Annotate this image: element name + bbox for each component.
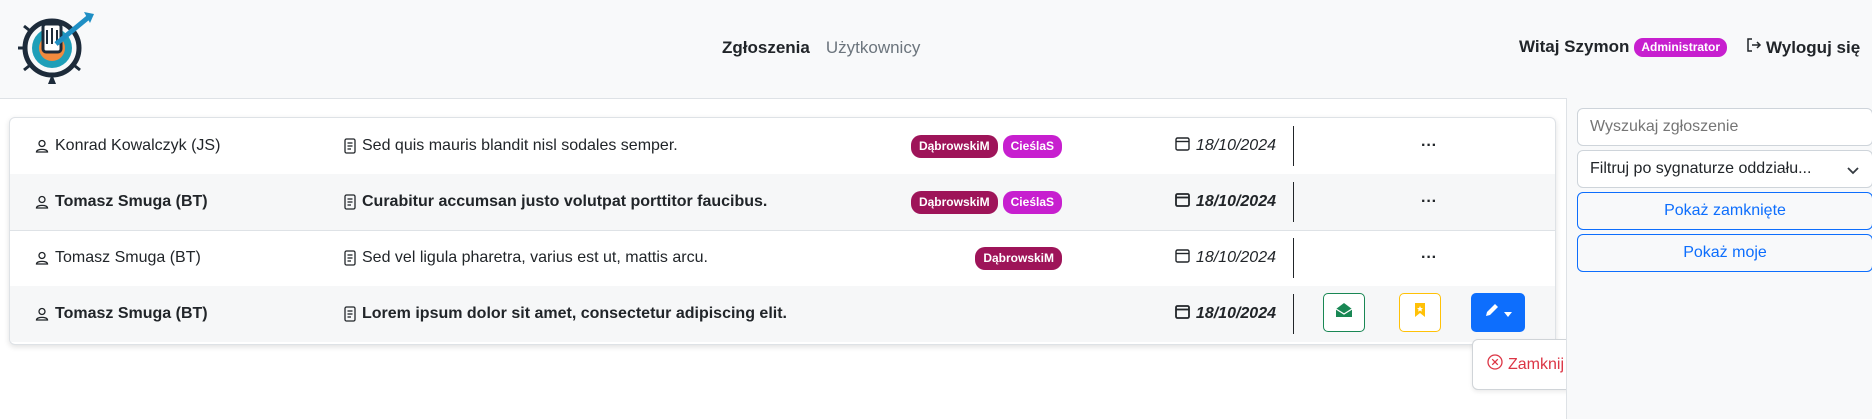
- ticket-date-text: 18/10/2024: [1195, 305, 1276, 322]
- column-divider: [1293, 238, 1294, 278]
- search-input[interactable]: [1577, 108, 1872, 146]
- ticket-tags: DąbrowskiM: [975, 230, 1062, 286]
- ticket-author-name: Tomasz Smuga (BT): [55, 249, 201, 266]
- ticket-author: Tomasz Smuga (BT): [35, 286, 208, 342]
- calendar-icon: [1175, 136, 1190, 156]
- filter-sidebar: Filtruj po sygnaturze oddziału... Pokaż …: [1566, 98, 1872, 419]
- tag-badge: DąbrowskiM: [910, 190, 998, 214]
- person-icon: [35, 251, 49, 265]
- document-icon: [344, 250, 356, 266]
- more-options-button[interactable]: ···: [1421, 118, 1437, 174]
- ticket-date-text: 18/10/2024: [1195, 137, 1276, 154]
- show-closed-button[interactable]: Pokaż zamknięte: [1577, 192, 1872, 230]
- column-divider: [1293, 294, 1294, 334]
- edit-dropdown-button[interactable]: [1471, 293, 1525, 332]
- close-ticket-menu-item[interactable]: Zamknij: [1487, 354, 1564, 375]
- calendar-icon: [1175, 248, 1190, 268]
- chevron-down-icon: [1846, 163, 1860, 182]
- ticket-row[interactable]: Tomasz Smuga (BT) Sed vel ligula pharetr…: [10, 230, 1555, 287]
- column-divider: [1293, 126, 1294, 166]
- bookmark-button[interactable]: [1399, 293, 1441, 332]
- ticket-title[interactable]: Lorem ipsum dolor sit amet, consectetur …: [344, 286, 787, 342]
- ticket-author: Konrad Kowalczyk (JS): [35, 118, 220, 174]
- ticket-date-text: 18/10/2024: [1195, 193, 1276, 210]
- user-greeting: Witaj Szymon Administrator: [1519, 37, 1728, 57]
- envelope-open-icon: [1335, 302, 1353, 323]
- calendar-icon: [1175, 304, 1190, 324]
- tag-badge: DąbrowskiM: [910, 134, 998, 158]
- ticket-date: 18/10/2024: [1175, 286, 1276, 342]
- ticket-date: 18/10/2024: [1175, 230, 1276, 286]
- more-options-button[interactable]: ···: [1421, 174, 1437, 230]
- nav-link-zgloszenia[interactable]: Zgłoszenia: [722, 38, 810, 58]
- ticket-title-text: Curabitur accumsan justo volutpat portti…: [362, 193, 768, 210]
- branch-filter-select[interactable]: Filtruj po sygnaturze oddziału...: [1577, 150, 1872, 188]
- top-navbar: Zgłoszenia Użytkownicy Witaj Szymon Admi…: [0, 0, 1872, 99]
- tag-badge: DąbrowskiM: [975, 246, 1062, 270]
- ticket-title-text: Sed vel ligula pharetra, varius est ut, …: [362, 249, 708, 266]
- ticket-title-text: Sed quis mauris blandit nisl sodales sem…: [362, 137, 678, 154]
- ticket-row[interactable]: Tomasz Smuga (BT) Curabitur accumsan jus…: [10, 174, 1555, 231]
- x-circle-icon: [1487, 354, 1503, 375]
- ticket-author-name: Tomasz Smuga (BT): [55, 193, 208, 210]
- ticket-date: 18/10/2024: [1175, 118, 1276, 174]
- close-ticket-label: Zamknij: [1508, 355, 1565, 373]
- more-options-button[interactable]: ···: [1421, 230, 1437, 286]
- logout-label: Wyloguj się: [1766, 37, 1861, 57]
- ticket-date-text: 18/10/2024: [1195, 249, 1276, 266]
- person-icon: [35, 307, 49, 321]
- role-badge: Administrator: [1634, 37, 1728, 57]
- ticket-row[interactable]: Konrad Kowalczyk (JS) Sed quis mauris bl…: [10, 118, 1555, 175]
- calendar-icon: [1175, 192, 1190, 212]
- document-icon: [344, 194, 356, 210]
- ticket-row[interactable]: Tomasz Smuga (BT) Lorem ipsum dolor sit …: [10, 286, 1555, 342]
- main-nav: Zgłoszenia Użytkownicy: [722, 38, 920, 58]
- ticket-title[interactable]: Sed vel ligula pharetra, varius est ut, …: [344, 230, 708, 286]
- app-logo[interactable]: [12, 10, 96, 86]
- document-icon: [344, 138, 356, 154]
- greeting-text: Witaj Szymon: [1519, 37, 1630, 56]
- ticket-tags: DąbrowskiM CieślaS: [910, 118, 1062, 174]
- ticket-title[interactable]: Curabitur accumsan justo volutpat portti…: [344, 174, 767, 230]
- logout-icon: [1746, 37, 1762, 58]
- ticket-date: 18/10/2024: [1175, 174, 1276, 230]
- mark-read-button[interactable]: [1323, 293, 1365, 332]
- ticket-author: Tomasz Smuga (BT): [35, 230, 201, 286]
- ticket-author-name: Konrad Kowalczyk (JS): [55, 137, 221, 154]
- logout-button[interactable]: Wyloguj się: [1746, 37, 1860, 58]
- pencil-icon: [1484, 302, 1502, 323]
- tag-badge: CieślaS: [1002, 190, 1062, 214]
- document-icon: [344, 306, 356, 322]
- ticket-title[interactable]: Sed quis mauris blandit nisl sodales sem…: [344, 118, 678, 174]
- person-icon: [35, 139, 49, 153]
- branch-filter-label: Filtruj po sygnaturze oddziału...: [1590, 160, 1812, 177]
- show-mine-button[interactable]: Pokaż moje: [1577, 234, 1872, 272]
- caret-down-icon: [1504, 304, 1512, 322]
- ticket-tags: DąbrowskiM CieślaS: [910, 174, 1062, 230]
- nav-link-uzytkownicy[interactable]: Użytkownicy: [826, 38, 920, 58]
- column-divider: [1293, 182, 1294, 222]
- tag-badge: CieślaS: [1002, 134, 1062, 158]
- ticket-list: Konrad Kowalczyk (JS) Sed quis mauris bl…: [9, 117, 1556, 345]
- person-icon: [35, 195, 49, 209]
- bookmark-icon: [1414, 302, 1426, 323]
- ticket-author: Tomasz Smuga (BT): [35, 174, 208, 230]
- ticket-title-text: Lorem ipsum dolor sit amet, consectetur …: [362, 305, 787, 322]
- ticket-author-name: Tomasz Smuga (BT): [55, 305, 208, 322]
